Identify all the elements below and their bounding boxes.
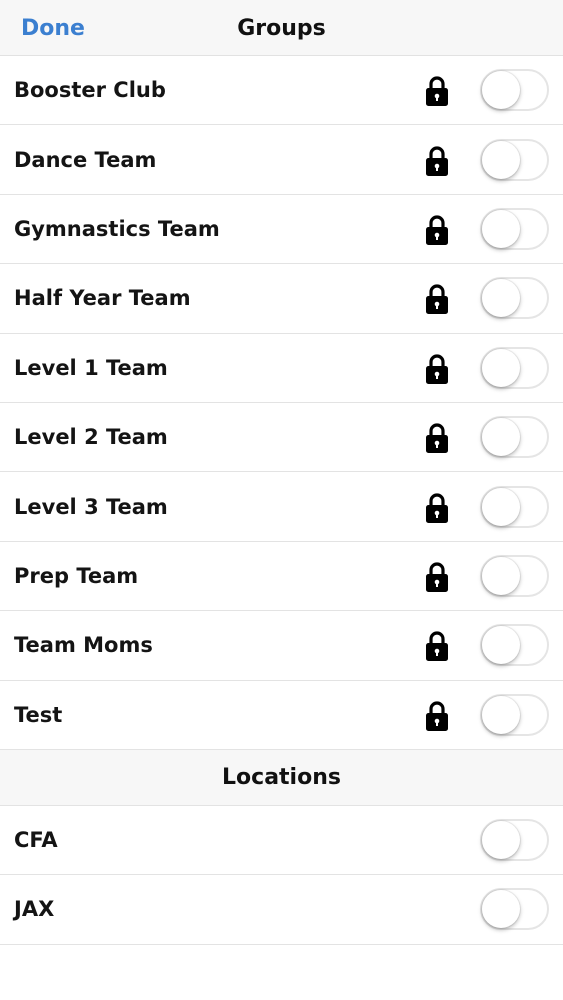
list-item: Level 1 Team xyxy=(0,333,563,403)
item-label: Test xyxy=(14,702,63,727)
lock-icon xyxy=(425,214,449,246)
toggle-switch[interactable] xyxy=(480,554,549,597)
toggle-knob xyxy=(482,695,520,734)
item-label: CFA xyxy=(14,828,58,853)
toggle-knob xyxy=(482,140,520,179)
list-item: JAX xyxy=(0,875,563,945)
groups-list: Booster Club Dance Team Gymnastics Team Hal… xyxy=(0,56,563,750)
lock-icon xyxy=(425,700,449,732)
list-item: CFA xyxy=(0,805,563,876)
lock-icon xyxy=(425,353,449,385)
list-item: Prep Team xyxy=(0,541,563,612)
item-label: Dance Team xyxy=(14,147,157,172)
list-item: Gymnastics Team xyxy=(0,194,563,265)
toggle-switch[interactable] xyxy=(480,819,549,862)
toggle-switch[interactable] xyxy=(480,624,549,667)
item-label: Prep Team xyxy=(14,563,139,588)
toggle-switch[interactable] xyxy=(480,138,549,181)
item-label: Level 1 Team xyxy=(14,355,168,380)
list-item: Level 3 Team xyxy=(0,472,563,542)
navigation-bar: Groups Done xyxy=(0,0,563,56)
list-item: Dance Team xyxy=(0,125,563,195)
toggle-knob xyxy=(482,626,520,665)
toggle-switch[interactable] xyxy=(480,69,549,112)
list-item: Test xyxy=(0,680,563,750)
locations-section-header: Locations xyxy=(0,749,563,806)
item-label: Level 2 Team xyxy=(14,425,168,450)
lock-icon xyxy=(425,492,449,524)
item-label: Gymnastics Team xyxy=(14,216,220,241)
lock-icon xyxy=(425,630,449,662)
toggle-switch[interactable] xyxy=(480,416,549,459)
list-item: Booster Club xyxy=(0,56,563,126)
done-button[interactable]: Done xyxy=(21,0,85,56)
list-item: Level 2 Team xyxy=(0,402,563,473)
lock-icon xyxy=(425,75,449,107)
toggle-knob xyxy=(482,71,520,110)
item-label: Half Year Team xyxy=(14,286,191,311)
lock-icon xyxy=(425,561,449,593)
lock-icon xyxy=(425,283,449,315)
item-label: Team Moms xyxy=(14,633,153,658)
toggle-knob xyxy=(482,279,520,318)
toggle-switch[interactable] xyxy=(480,277,549,320)
locations-list: CFA JAX xyxy=(0,805,563,945)
toggle-knob xyxy=(482,821,520,860)
list-item: Team Moms xyxy=(0,611,563,681)
toggle-switch[interactable] xyxy=(480,346,549,389)
toggle-knob xyxy=(482,418,520,457)
toggle-switch[interactable] xyxy=(480,207,549,250)
item-label: Level 3 Team xyxy=(14,494,168,519)
lock-icon xyxy=(425,422,449,454)
lock-icon xyxy=(425,145,449,177)
toggle-knob xyxy=(482,209,520,248)
item-label: Booster Club xyxy=(14,78,166,103)
toggle-knob xyxy=(482,348,520,387)
list-item: Half Year Team xyxy=(0,264,563,334)
item-label: JAX xyxy=(14,897,55,922)
toggle-knob xyxy=(482,890,520,929)
toggle-switch[interactable] xyxy=(480,888,549,931)
toggle-switch[interactable] xyxy=(480,693,549,736)
toggle-switch[interactable] xyxy=(480,485,549,528)
toggle-knob xyxy=(482,556,520,595)
toggle-knob xyxy=(482,487,520,526)
